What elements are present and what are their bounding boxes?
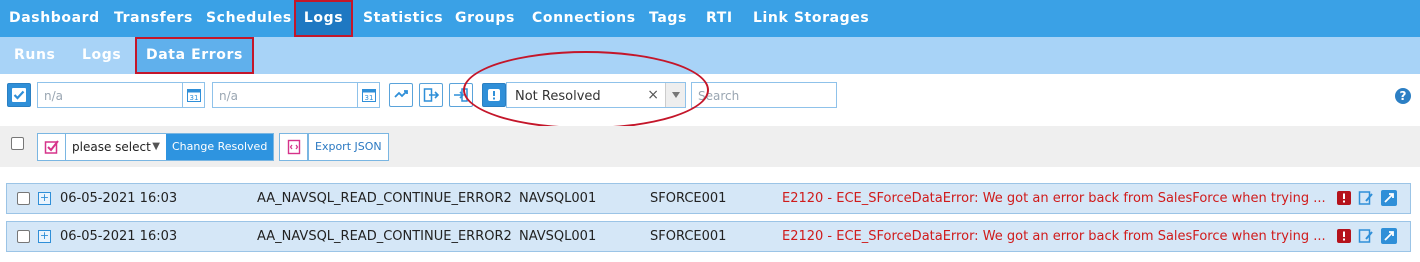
row-checkbox[interactable] xyxy=(17,192,30,205)
select-all-toggle[interactable] xyxy=(7,83,31,107)
open-icon[interactable] xyxy=(1381,228,1397,244)
dropdown-arrow-icon: ▼ xyxy=(152,141,160,152)
svg-text:31: 31 xyxy=(189,94,198,102)
open-icon[interactable] xyxy=(1381,190,1397,206)
table-row[interactable]: + 06-05-2021 16:03 AA_NAVSQL_READ_CONTIN… xyxy=(6,183,1411,214)
tab-logs[interactable]: Logs xyxy=(82,37,121,74)
row-transfer: AA_NAVSQL_READ_CONTINUE_ERROR2 xyxy=(257,191,512,206)
top-nav: Dashboard Transfers Schedules Logs Stati… xyxy=(0,0,1420,37)
row-transfer: AA_NAVSQL_READ_CONTINUE_ERROR2 xyxy=(257,229,512,244)
row-checkbox[interactable] xyxy=(17,230,30,243)
expand-icon[interactable]: + xyxy=(38,230,51,243)
nav-schedules[interactable]: Schedules xyxy=(206,0,292,37)
import-icon xyxy=(454,88,468,102)
date-from-calendar-button[interactable]: 31 xyxy=(183,82,205,108)
sub-nav: Runs Logs Data Errors xyxy=(0,37,1420,74)
date-to-calendar-button[interactable]: 31 xyxy=(358,82,380,108)
row-error: E2120 - ECE_SForceDataError: We got an e… xyxy=(782,191,1326,206)
calendar-icon: 31 xyxy=(361,89,376,102)
search-input[interactable]: Search xyxy=(691,82,837,108)
export-button[interactable] xyxy=(419,83,443,107)
status-select-value: Not Resolved xyxy=(515,89,601,104)
export-icon xyxy=(423,88,439,102)
date-from-field[interactable]: n/a xyxy=(37,82,183,108)
nav-logs[interactable]: Logs xyxy=(294,0,353,37)
table-row[interactable]: + 06-05-2021 16:03 AA_NAVSQL_READ_CONTIN… xyxy=(6,221,1411,252)
nav-groups[interactable]: Groups xyxy=(455,0,515,37)
alert-icon[interactable] xyxy=(1336,228,1352,244)
row-target: SFORCE001 xyxy=(650,191,727,206)
info-icon xyxy=(488,89,500,101)
svg-text:31: 31 xyxy=(364,94,373,102)
resolve-select[interactable]: please select ▼ xyxy=(66,134,166,160)
date-to-field[interactable]: n/a xyxy=(212,82,358,108)
alert-icon[interactable] xyxy=(1336,190,1352,206)
import-button[interactable] xyxy=(449,83,473,107)
calendar-icon: 31 xyxy=(186,89,201,102)
resolve-select-value: please select xyxy=(72,140,151,154)
export-json-button[interactable]: Export JSON xyxy=(308,134,388,160)
nav-tags[interactable]: Tags xyxy=(649,0,687,37)
nav-link-storages[interactable]: Link Storages xyxy=(753,0,869,37)
resolve-group: please select ▼ Change Resolved xyxy=(37,133,275,161)
row-error: E2120 - ECE_SForceDataError: We got an e… xyxy=(782,229,1326,244)
row-source: NAVSQL001 xyxy=(519,229,597,244)
row-source: NAVSQL001 xyxy=(519,191,597,206)
nav-rti[interactable]: RTI xyxy=(706,0,733,37)
filter-toolbar: n/a 31 n/a 31 Not Resolved × Search xyxy=(0,74,1420,126)
tab-runs[interactable]: Runs xyxy=(14,37,55,74)
nav-connections[interactable]: Connections xyxy=(532,0,636,37)
status-select[interactable]: Not Resolved × xyxy=(506,82,686,108)
help-icon[interactable]: ? xyxy=(1395,88,1411,104)
refresh-icon xyxy=(394,90,408,98)
edit-icon[interactable] xyxy=(1358,190,1374,206)
refresh-button[interactable] xyxy=(389,83,413,107)
expand-icon[interactable]: + xyxy=(38,192,51,205)
checkbox-icon xyxy=(12,88,26,102)
json-file-icon xyxy=(280,134,308,160)
tab-data-errors[interactable]: Data Errors xyxy=(135,37,254,74)
change-resolved-button[interactable]: Change Resolved xyxy=(166,134,274,160)
clear-icon[interactable]: × xyxy=(647,87,659,103)
nav-transfers[interactable]: Transfers xyxy=(114,0,193,37)
status-info-button[interactable] xyxy=(482,83,506,107)
nav-dashboard[interactable]: Dashboard xyxy=(9,0,100,37)
dropdown-arrow-icon[interactable] xyxy=(665,83,685,107)
resolve-check-icon xyxy=(38,134,66,160)
row-target: SFORCE001 xyxy=(650,229,727,244)
select-all-checkbox[interactable] xyxy=(11,137,24,150)
edit-icon[interactable] xyxy=(1358,228,1374,244)
row-date: 06-05-2021 16:03 xyxy=(60,229,178,244)
row-date: 06-05-2021 16:03 xyxy=(60,191,178,206)
action-bar: please select ▼ Change Resolved Export J… xyxy=(0,126,1420,167)
export-json-group: Export JSON xyxy=(279,133,389,161)
nav-statistics[interactable]: Statistics xyxy=(363,0,443,37)
